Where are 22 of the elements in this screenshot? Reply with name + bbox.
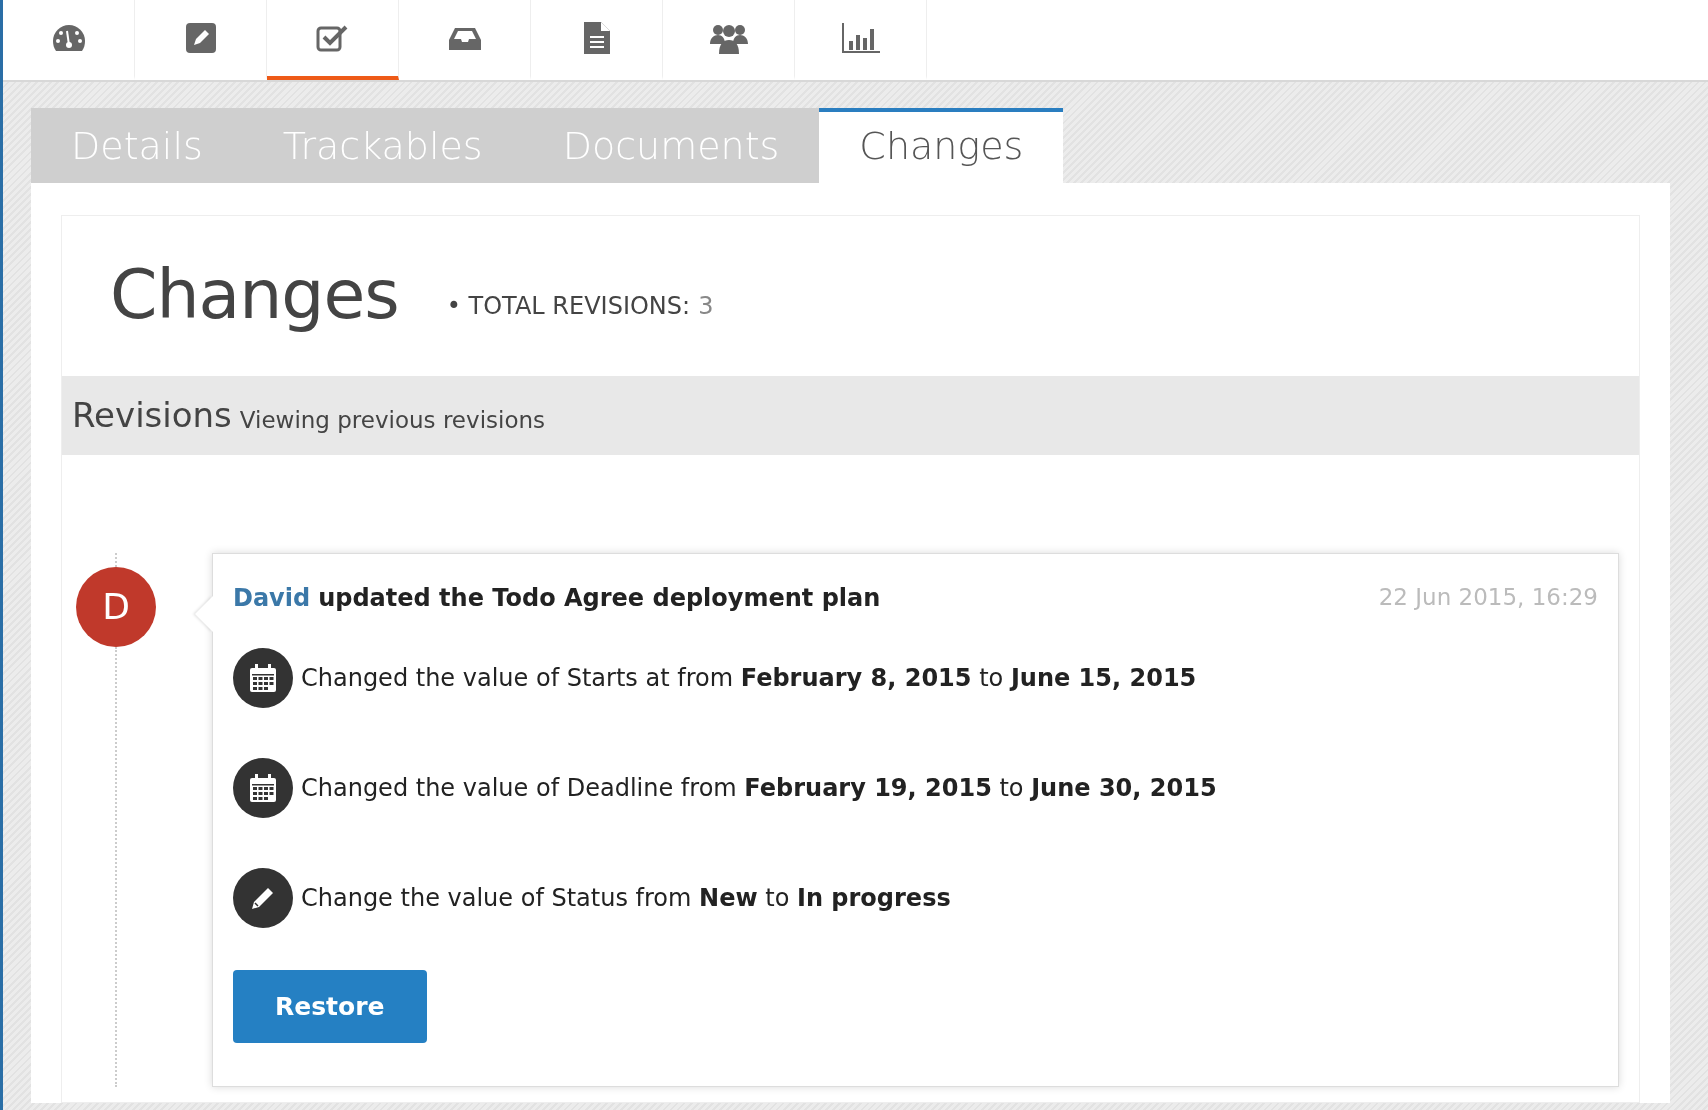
page-title: Changes	[110, 254, 399, 336]
document-icon	[583, 22, 610, 54]
pencil-square-icon	[185, 23, 216, 53]
toolbar-button[interactable]	[267, 0, 399, 80]
bar-chart-icon	[841, 23, 880, 53]
revisions-subtitle: Viewing previous revisions	[239, 406, 546, 436]
revision-time: 22 Jun 2015, 16:29	[1378, 582, 1598, 612]
restore-button[interactable]: Restore	[233, 969, 427, 1044]
inbox-tray-icon	[448, 26, 481, 50]
checkbox-icon	[315, 23, 350, 53]
tab[interactable]: Changes	[819, 108, 1064, 183]
change-description: Changed the value of Deadline from February 19, 2015 to June 30, 2015	[301, 772, 1217, 804]
author-link[interactable]: David	[233, 579, 311, 616]
revisions-title: Revisions	[72, 393, 232, 437]
users-icon	[709, 22, 748, 54]
revision-count: 3	[698, 290, 714, 322]
change-description: Change the value of Status from New to In progress	[301, 882, 951, 914]
change-description: Changed the value of Starts at from February 8, 2015 to June 15, 2015	[301, 662, 1197, 694]
avatar: D	[76, 566, 156, 647]
gauge-icon	[50, 23, 87, 53]
total-revisions-label: • TOTAL REVISIONS:	[446, 290, 691, 322]
revision-summary: updated the Todo Agree deployment plan	[318, 582, 881, 614]
